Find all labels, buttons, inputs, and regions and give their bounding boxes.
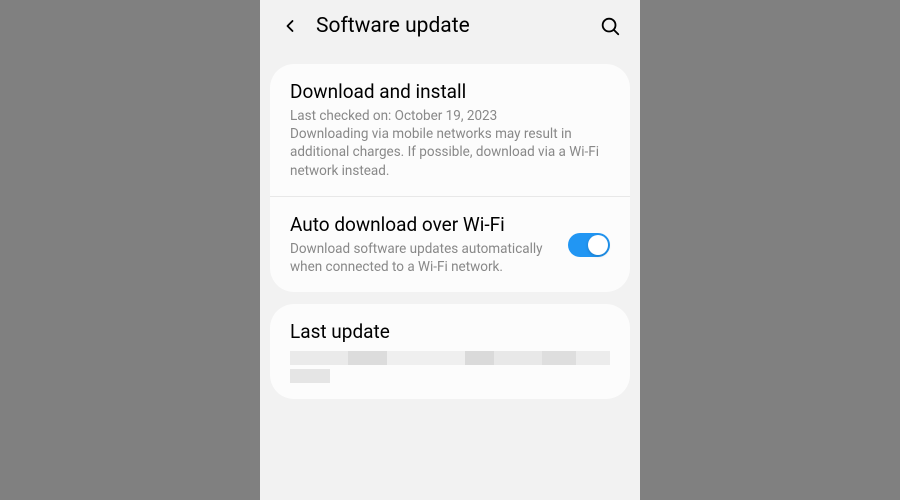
item-title: Last update [290,320,610,343]
wifi-auto-download-toggle[interactable] [568,233,610,257]
settings-card-last-update: Last update [270,304,630,399]
search-icon[interactable] [598,14,622,38]
item-text-content: Auto download over Wi-Fi Download softwa… [290,213,556,276]
auto-download-item[interactable]: Auto download over Wi-Fi Download softwa… [270,196,630,292]
item-title: Auto download over Wi-Fi [290,213,556,236]
phone-screen: Software update Download and install Las… [260,0,640,500]
toggle-knob [588,235,608,255]
item-subtitle-checked: Last checked on: October 19, 2023 [290,107,610,125]
header: Software update [260,0,640,52]
redacted-content [290,351,610,383]
item-subtitle-desc: Downloading via mobile networks may resu… [290,125,610,180]
item-subtitle: Download software updates automatically … [290,240,556,276]
settings-card-main: Download and install Last checked on: Oc… [270,64,630,292]
item-title: Download and install [290,80,610,103]
page-title: Software update [316,14,584,38]
last-update-item[interactable]: Last update [270,304,630,399]
back-icon[interactable] [278,14,302,38]
download-install-item[interactable]: Download and install Last checked on: Oc… [270,64,630,196]
